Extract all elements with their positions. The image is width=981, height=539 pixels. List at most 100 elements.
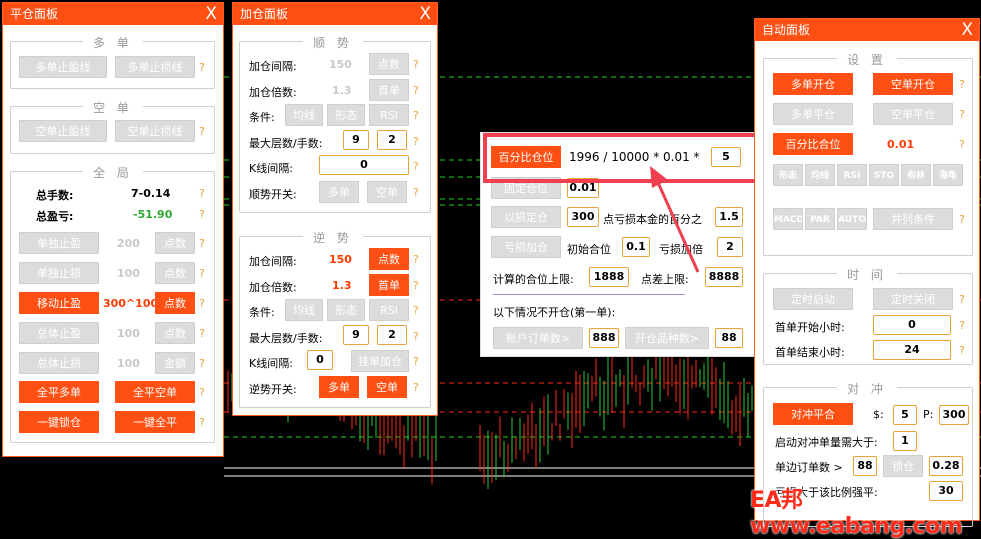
loss-multiplier-input[interactable]: 2 (717, 237, 743, 257)
timer-stop-button[interactable]: 定时关闭 (873, 288, 953, 310)
global-row-unit-button[interactable]: 点数 (155, 232, 195, 254)
open-help-icon[interactable]: ? (959, 78, 965, 91)
trend-k-help-icon[interactable]: ? (413, 160, 419, 173)
trend-max-layers-input[interactable]: 9 (343, 130, 369, 150)
first-end-help-icon[interactable]: ? (959, 344, 965, 357)
counter-max-help-icon[interactable]: ? (413, 330, 419, 343)
hedge-lock-button[interactable]: 锁仓 (883, 455, 923, 477)
long-help-icon[interactable]: ? (199, 61, 205, 74)
global-row-unit-button[interactable]: 点数 (155, 262, 195, 284)
hedge-close-button[interactable]: 对冲平合 (773, 403, 853, 425)
percent-help-icon[interactable]: ? (959, 138, 965, 151)
short-tp-line-button[interactable]: 空单止盈线 (19, 120, 107, 142)
short-open-button[interactable]: 空单开仓 (873, 73, 953, 95)
combo-help-icon[interactable]: ? (959, 213, 965, 226)
trend-mult-help-icon[interactable]: ? (413, 84, 419, 97)
global-row-help-icon[interactable]: ? (199, 357, 205, 370)
trend-open-short-button[interactable]: 空单 (367, 181, 407, 203)
counter-interval-unit-button[interactable]: 点数 (369, 248, 409, 270)
short-help-icon[interactable]: ? (199, 125, 205, 138)
loss-points-input[interactable]: 300 (567, 207, 599, 227)
counter-interval-help-icon[interactable]: ? (413, 253, 419, 266)
trend-mult-unit-button[interactable]: 首单 (369, 79, 409, 101)
calc-limit-input[interactable]: 1888 (589, 267, 629, 287)
global-row-button[interactable]: 单独止损 (19, 262, 99, 284)
combo-condition-button[interactable]: 并列条件 (873, 208, 953, 230)
auto-panel-close-icon[interactable]: X (961, 19, 973, 41)
close-panel-close-icon[interactable]: X (205, 3, 217, 25)
indicator-button[interactable]: STO (869, 164, 899, 186)
global-row-help-icon[interactable]: ? (199, 297, 205, 310)
total-pnl-help-icon[interactable]: ? (199, 208, 205, 221)
counter-cond-rsi-button[interactable]: RSI (369, 299, 409, 321)
global-row-button[interactable]: 移动止盈 (19, 292, 99, 314)
long-tp-line-button[interactable]: 多单止盈线 (19, 56, 107, 78)
add-panel-title[interactable]: 加仓面板 X (233, 3, 437, 25)
close-panel-title[interactable]: 平仓面板 X (3, 3, 223, 25)
global-row-help-icon[interactable]: ? (199, 327, 205, 340)
indicator-button[interactable]: PAR (805, 208, 835, 230)
trend-k-input[interactable]: 0 (319, 155, 409, 175)
auto-percent-button[interactable]: 百分比合位 (773, 133, 853, 155)
account-orders-button[interactable]: 账户订单数> (493, 327, 583, 349)
indicator-button[interactable]: 均线 (805, 164, 835, 186)
indicator-button[interactable]: 布林 (901, 164, 931, 186)
trend-max-lots-input[interactable]: 2 (377, 130, 407, 150)
indicator-button[interactable]: AUTO (837, 208, 867, 230)
global-row-unit-button[interactable]: 点数 (155, 292, 195, 314)
trend-open-help-icon[interactable]: ? (413, 186, 419, 199)
indicator-button[interactable]: MACD (773, 208, 803, 230)
symbol-count-input[interactable]: 88 (715, 328, 743, 348)
trend-cond-rsi-button[interactable]: RSI (369, 104, 409, 126)
counter-cond-ma-button[interactable]: 均线 (285, 299, 323, 321)
symbol-count-button[interactable]: 开仓品种数> (625, 327, 709, 349)
global-row-button[interactable]: 总体止损 (19, 352, 99, 374)
add-panel-close-icon[interactable]: X (419, 3, 431, 25)
first-start-help-icon[interactable]: ? (959, 319, 965, 332)
loss-add-button[interactable]: 亏损加仓 (491, 236, 561, 258)
close-all-help-icon[interactable]: ? (199, 386, 205, 399)
counter-open-long-button[interactable]: 多单 (319, 376, 359, 398)
trend-interval-help-icon[interactable]: ? (413, 58, 419, 71)
side-orders-input[interactable]: 88 (853, 456, 877, 476)
global-row-button[interactable]: 单独止盈 (19, 232, 99, 254)
long-sl-line-button[interactable]: 多单止损线 (115, 56, 195, 78)
short-sl-line-button[interactable]: 空单止损线 (115, 120, 195, 142)
counter-pending-add-button[interactable]: 挂单加仓 (351, 350, 409, 372)
long-close-button[interactable]: 多单平仓 (773, 103, 853, 125)
counter-k-input[interactable]: 0 (307, 350, 333, 370)
trend-cond-ma-button[interactable]: 均线 (285, 104, 323, 126)
counter-open-help-icon[interactable]: ? (413, 381, 419, 394)
counter-mult-unit-button[interactable]: 首单 (369, 274, 409, 296)
first-end-hour-input[interactable]: 24 (873, 340, 951, 360)
global-row-unit-button[interactable]: 点数 (155, 322, 195, 344)
close-help-icon[interactable]: ? (959, 108, 965, 121)
first-start-hour-input[interactable]: 0 (873, 315, 951, 335)
hedge-lock-input[interactable]: 0.28 (929, 456, 963, 476)
short-close-button[interactable]: 空单平仓 (873, 103, 953, 125)
account-orders-input[interactable]: 888 (589, 328, 619, 348)
close-all-long-button[interactable]: 全平多单 (19, 381, 99, 403)
timer-start-button[interactable]: 定时启动 (773, 288, 853, 310)
one-click-lock-button[interactable]: 一键锁仓 (19, 411, 99, 433)
counter-max-lots-input[interactable]: 2 (377, 325, 407, 345)
global-row-button[interactable]: 总体止盈 (19, 322, 99, 344)
counter-k-help-icon[interactable]: ? (413, 355, 419, 368)
timer-help-icon[interactable]: ? (959, 293, 965, 306)
hedge-start-input[interactable]: 1 (893, 431, 917, 451)
trend-interval-unit-button[interactable]: 点数 (369, 53, 409, 75)
counter-cond-help-icon[interactable]: ? (413, 304, 419, 317)
global-row-help-icon[interactable]: ? (199, 267, 205, 280)
trend-open-long-button[interactable]: 多单 (319, 181, 359, 203)
indicator-button[interactable]: 海龟 (933, 164, 963, 186)
indicator-button[interactable]: RSI (837, 164, 867, 186)
counter-mult-help-icon[interactable]: ? (413, 279, 419, 292)
hedge-p-input[interactable]: 300 (939, 405, 969, 425)
indicator-button[interactable]: 形态 (773, 164, 803, 186)
trend-cond-help-icon[interactable]: ? (413, 109, 419, 122)
counter-open-short-button[interactable]: 空单 (367, 376, 407, 398)
trend-max-help-icon[interactable]: ? (413, 135, 419, 148)
trend-cond-pattern-button[interactable]: 形态 (327, 104, 365, 126)
hedge-dollar-input[interactable]: 5 (893, 405, 917, 425)
counter-cond-pattern-button[interactable]: 形态 (327, 299, 365, 321)
